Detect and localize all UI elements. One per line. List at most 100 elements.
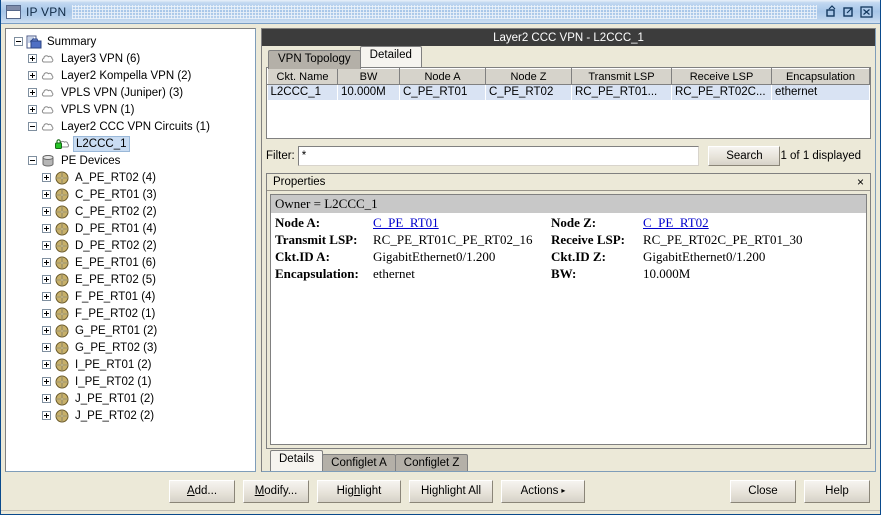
properties-title-label: Properties (273, 176, 325, 188)
bottom-tab-configlet-a[interactable]: Configlet A (322, 454, 396, 472)
displayed-count: 1 of 1 displayed (780, 150, 871, 162)
tree-node[interactable]: D_PE_RT01 (4) (12, 220, 253, 237)
tab-detailed[interactable]: Detailed (360, 46, 422, 67)
tree-toggle-plus-icon[interactable] (28, 54, 37, 63)
tree-toggle-plus-icon[interactable] (42, 207, 51, 216)
tree-toggle-plus-icon[interactable] (42, 190, 51, 199)
column-header[interactable]: Node Z (486, 69, 572, 85)
tree-node[interactable]: E_PE_RT02 (5) (12, 271, 253, 288)
title-bar: IP VPN (1, 0, 880, 24)
highlight-all-button[interactable]: Highlight All (409, 480, 493, 503)
action-buttons: Add... Modify... Highlight Highlight All… (169, 480, 585, 503)
tree-toggle-plus-icon[interactable] (42, 360, 51, 369)
help-button[interactable]: Help (804, 480, 870, 503)
node-z-value[interactable]: C_PE_RT02 (643, 215, 862, 231)
router-icon (54, 409, 70, 423)
tree-toggle-plus-icon[interactable] (42, 343, 51, 352)
tree-toggle-minus-icon[interactable] (28, 156, 37, 165)
tree-toggle-plus-icon[interactable] (42, 173, 51, 182)
column-header[interactable]: Node A (400, 69, 486, 85)
tree-node-label: G_PE_RT01 (2) (73, 324, 159, 338)
tree-node[interactable]: C_PE_RT01 (3) (12, 186, 253, 203)
tree-node[interactable]: G_PE_RT01 (2) (12, 322, 253, 339)
ckt-id-z-key: Ckt.ID Z: (551, 249, 643, 265)
tree-toggle-plus-icon[interactable] (42, 309, 51, 318)
add-button[interactable]: Add... (169, 480, 235, 503)
router-icon (54, 392, 70, 406)
highlight-button[interactable]: Highlight (317, 480, 401, 503)
node-a-value[interactable]: C_PE_RT01 (373, 215, 551, 231)
tree-toggle-minus-icon[interactable] (28, 122, 37, 131)
tree-node[interactable]: J_PE_RT02 (2) (12, 407, 253, 424)
tree-node[interactable]: E_PE_RT01 (6) (12, 254, 253, 271)
tree-toggle-plus-icon[interactable] (42, 326, 51, 335)
tab-vpn-topology[interactable]: VPN Topology (268, 50, 361, 69)
tree-node[interactable]: D_PE_RT02 (2) (12, 237, 253, 254)
bw-key: BW: (551, 266, 643, 282)
column-header[interactable]: Receive LSP (672, 69, 772, 85)
tree-node[interactable]: Layer3 VPN (6) (12, 50, 253, 67)
actions-button[interactable]: Actions▸ (501, 480, 585, 503)
tree-toggle-plus-icon[interactable] (42, 411, 51, 420)
tree-node[interactable]: C_PE_RT02 (2) (12, 203, 253, 220)
tree-node[interactable]: PE Devices (12, 152, 253, 169)
tree-node[interactable]: G_PE_RT02 (3) (12, 339, 253, 356)
tree-node[interactable]: I_PE_RT02 (1) (12, 373, 253, 390)
tree-toggle-plus-icon[interactable] (42, 224, 51, 233)
tree-node[interactable]: I_PE_RT01 (2) (12, 356, 253, 373)
modify-button[interactable]: Modify... (243, 480, 309, 503)
maximize-button[interactable] (841, 4, 856, 19)
tree-toggle-plus-icon[interactable] (42, 241, 51, 250)
router-icon (54, 171, 70, 185)
table-empty-area (267, 100, 870, 139)
search-button[interactable]: Search (708, 146, 780, 166)
tree-node[interactable]: F_PE_RT02 (1) (12, 305, 253, 322)
tree-node-label: VPLS VPN (Juniper) (3) (59, 86, 185, 100)
close-icon[interactable]: × (855, 177, 866, 187)
tree-toggle-plus-icon[interactable] (42, 292, 51, 301)
column-header[interactable]: Ckt. Name (268, 69, 338, 85)
properties-box: Properties × Owner = L2CCC_1 Node A: C_P… (266, 173, 871, 449)
bw-value: 10.000M (643, 266, 862, 282)
tree-node[interactable]: J_PE_RT01 (2) (12, 390, 253, 407)
tree-toggle-plus-icon[interactable] (42, 258, 51, 267)
tree-node[interactable]: Layer2 CCC VPN Circuits (1) (12, 118, 253, 135)
tree-node[interactable]: Summary (12, 33, 253, 50)
bottom-tab-configlet-z[interactable]: Configlet Z (395, 454, 469, 472)
summary-folder-icon (26, 35, 42, 49)
table-row[interactable]: L2CCC_110.000MC_PE_RT01C_PE_RT02RC_PE_RT… (268, 85, 870, 100)
tree-toggle-plus-icon[interactable] (42, 377, 51, 386)
tree-node[interactable]: VPLS VPN (1) (12, 101, 253, 118)
tree-toggle-plus-icon[interactable] (42, 394, 51, 403)
bottom-tab-details[interactable]: Details (270, 450, 323, 471)
filter-input[interactable] (298, 146, 700, 166)
column-header[interactable]: Transmit LSP (572, 69, 672, 85)
circuits-table-container[interactable]: Ckt. NameBWNode ANode ZTransmit LSPRecei… (266, 67, 871, 139)
tree-toggle-minus-icon[interactable] (14, 37, 23, 46)
tree-node[interactable]: Layer2 Kompella VPN (2) (12, 67, 253, 84)
close-button[interactable] (859, 4, 874, 19)
tree-node[interactable]: L2CCC_1 (12, 135, 253, 152)
tree-node-label: C_PE_RT02 (2) (73, 205, 159, 219)
tree-node-label: Summary (45, 35, 98, 49)
tree-node[interactable]: F_PE_RT01 (4) (12, 288, 253, 305)
encapsulation-value: ethernet (373, 266, 551, 282)
tree-node[interactable]: VPLS VPN (Juniper) (3) (12, 84, 253, 101)
tree-toggle-plus-icon[interactable] (28, 105, 37, 114)
window-controls (823, 4, 880, 19)
vpn-tree-panel[interactable]: SummaryLayer3 VPN (6)Layer2 Kompella VPN… (5, 28, 256, 472)
column-header[interactable]: BW (338, 69, 400, 85)
column-header[interactable]: Encapsulation (772, 69, 870, 85)
tree-toggle-plus-icon[interactable] (28, 88, 37, 97)
tree-node[interactable]: A_PE_RT02 (4) (12, 169, 253, 186)
close-button-bottom[interactable]: Close (730, 480, 796, 503)
tree-toggle-plus-icon[interactable] (42, 275, 51, 284)
transmit-lsp-value: RC_PE_RT01C_PE_RT02_16 (373, 232, 551, 248)
tree-toggle-plus-icon[interactable] (28, 71, 37, 80)
encapsulation-key: Encapsulation: (275, 266, 373, 282)
detail-panel: Layer2 CCC VPN - L2CCC_1 VPN TopologyDet… (261, 28, 876, 472)
router-icon (54, 324, 70, 338)
restore-button[interactable] (823, 4, 838, 19)
table-cell: RC_PE_RT02C... (672, 85, 772, 100)
vpn-tree: SummaryLayer3 VPN (6)Layer2 Kompella VPN… (6, 29, 255, 426)
